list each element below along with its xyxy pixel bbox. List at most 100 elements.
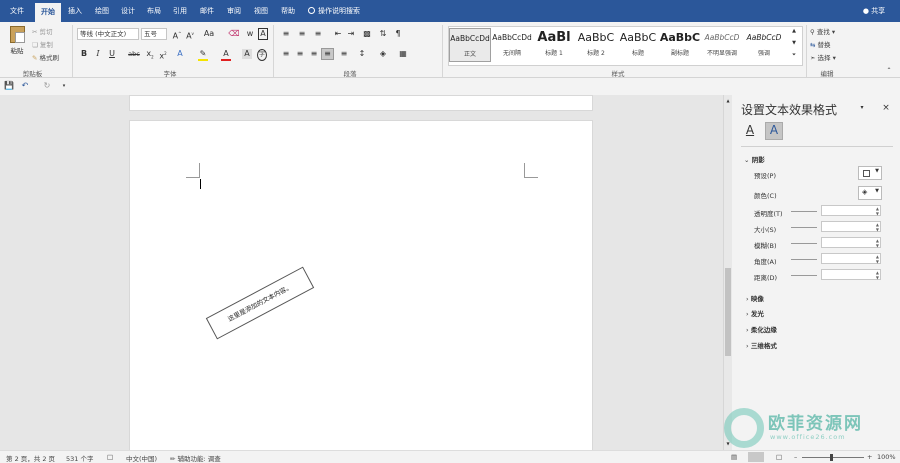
- align-right-icon[interactable]: ≡: [308, 49, 320, 59]
- gallery-more-icon[interactable]: ⏷: [789, 50, 799, 60]
- style-normal[interactable]: AaBbCcDd 正文: [449, 28, 491, 62]
- save-icon[interactable]: 💾: [4, 81, 14, 91]
- size-slider[interactable]: [791, 227, 817, 228]
- line-spacing-icon[interactable]: ↕: [356, 49, 368, 59]
- bullets-icon[interactable]: ≡: [280, 29, 292, 39]
- cut-button[interactable]: ✂ 剪切: [32, 26, 53, 36]
- transparency-input[interactable]: ▲ ▼: [821, 205, 881, 216]
- bold-icon[interactable]: B: [80, 49, 88, 59]
- style-title[interactable]: AaBbC 标题: [617, 28, 659, 62]
- tab-references[interactable]: 引用: [168, 0, 192, 22]
- angle-slider[interactable]: [791, 259, 817, 260]
- collapse-ribbon-icon[interactable]: ⌃: [884, 66, 894, 76]
- style-subtle-emphasis[interactable]: AaBbCcD 不明显强调: [701, 28, 743, 62]
- justify-icon[interactable]: ≡: [321, 48, 334, 60]
- sort-icon[interactable]: ⇅: [378, 29, 388, 39]
- focus-mode-icon[interactable]: ▤: [731, 453, 737, 461]
- print-layout-icon[interactable]: [748, 452, 764, 462]
- preset-dropdown[interactable]: ▼: [858, 166, 882, 180]
- current-page[interactable]: 这里是添加的文本内容。: [129, 120, 593, 455]
- font-name-select[interactable]: 等线 (中文正文): [77, 28, 139, 40]
- distance-input[interactable]: ▲ ▼: [821, 269, 881, 280]
- shading-icon[interactable]: ◈: [377, 49, 389, 59]
- style-heading-1[interactable]: AaBl 标题 1: [533, 28, 575, 62]
- chinese-layout-icon[interactable]: ▩: [362, 29, 372, 39]
- word-count[interactable]: 531 个字: [66, 453, 93, 463]
- glow-section-header[interactable]: › 发光: [746, 308, 764, 318]
- tab-view[interactable]: 视图: [249, 0, 273, 22]
- tab-home[interactable]: 开始: [35, 3, 61, 22]
- numbering-icon[interactable]: ≡: [296, 29, 308, 39]
- phonetic-guide-icon[interactable]: w: [244, 29, 256, 39]
- copy-button[interactable]: ❏ 复制: [32, 39, 53, 49]
- size-input[interactable]: ▲ ▼: [821, 221, 881, 232]
- reflection-section-header[interactable]: › 映像: [746, 293, 764, 303]
- tab-review[interactable]: 审阅: [222, 0, 246, 22]
- paste-button[interactable]: 粘贴: [6, 26, 28, 64]
- format-painter-button[interactable]: ✎ 格式刷: [32, 52, 59, 62]
- proofing-icon[interactable]: □: [107, 453, 113, 461]
- accessibility-checker[interactable]: ✏ 辅助功能: 调查: [170, 453, 221, 463]
- zoom-slider-thumb[interactable]: [830, 454, 833, 461]
- shadow-section-header[interactable]: ⌄ 阴影: [744, 154, 765, 164]
- color-picker[interactable]: ◈ ▼: [858, 186, 882, 200]
- scrollbar-thumb[interactable]: [725, 268, 731, 356]
- language-indicator[interactable]: 中文(中国): [126, 453, 157, 463]
- tell-me-search[interactable]: 操作说明搜索: [308, 0, 372, 22]
- show-marks-icon[interactable]: ¶: [393, 29, 403, 39]
- replace-button[interactable]: ⇆ 替换: [810, 39, 831, 49]
- zoom-in-icon[interactable]: +: [867, 453, 872, 461]
- find-button[interactable]: ⚲ 查找 ▾: [810, 26, 835, 36]
- font-size-select[interactable]: 五号: [141, 28, 167, 40]
- strikethrough-icon[interactable]: abc: [128, 49, 140, 59]
- web-layout-icon[interactable]: □: [776, 453, 782, 461]
- tab-design[interactable]: 设计: [116, 0, 140, 22]
- text-effects-icon[interactable]: A: [765, 122, 783, 140]
- pane-options-icon[interactable]: ▾: [858, 103, 866, 113]
- tab-file[interactable]: 文件: [4, 0, 30, 22]
- soft-edges-section-header[interactable]: › 柔化边缘: [746, 324, 777, 334]
- share-button[interactable]: ● 共享: [858, 0, 890, 22]
- tab-draw[interactable]: 绘图: [90, 0, 114, 22]
- highlight-icon[interactable]: ✎: [198, 49, 208, 61]
- shrink-font-icon[interactable]: Av: [185, 29, 195, 42]
- zoom-out-icon[interactable]: –: [794, 453, 797, 461]
- style-subtitle[interactable]: AaBbC 副标题: [659, 28, 701, 62]
- select-button[interactable]: ➣ 选择 ▾: [810, 52, 836, 62]
- undo-icon[interactable]: ↶: [19, 81, 31, 91]
- change-case-icon[interactable]: Aa: [203, 29, 215, 39]
- redo-icon[interactable]: ↻: [42, 81, 52, 91]
- character-border-icon[interactable]: A: [258, 28, 268, 40]
- blur-input[interactable]: ▲ ▼: [821, 237, 881, 248]
- align-center-icon[interactable]: ≡: [294, 49, 306, 59]
- subscript-icon[interactable]: x2: [145, 49, 155, 63]
- text-fill-outline-icon[interactable]: A: [742, 123, 758, 139]
- text-effects-icon[interactable]: A: [175, 49, 185, 59]
- increase-indent-icon[interactable]: ⇥: [346, 29, 356, 39]
- character-shading-icon[interactable]: A: [242, 49, 252, 59]
- borders-icon[interactable]: ▦: [397, 49, 409, 59]
- italic-icon[interactable]: I: [94, 49, 102, 59]
- page-count[interactable]: 第 2 页，共 2 页: [6, 453, 55, 463]
- enclose-characters-icon[interactable]: 字: [257, 49, 267, 61]
- style-no-spacing[interactable]: AaBbCcDd 无间隔: [491, 28, 533, 62]
- font-color-icon[interactable]: A: [221, 49, 231, 61]
- align-left-icon[interactable]: ≡: [280, 49, 292, 59]
- tab-mailings[interactable]: 邮件: [195, 0, 219, 22]
- decrease-indent-icon[interactable]: ⇤: [333, 29, 343, 39]
- blur-slider[interactable]: [791, 243, 817, 244]
- superscript-icon[interactable]: x2: [158, 49, 168, 62]
- distance-slider[interactable]: [791, 275, 817, 276]
- gallery-down-icon[interactable]: ▼: [789, 38, 799, 48]
- tab-insert[interactable]: 插入: [63, 0, 87, 22]
- tab-layout[interactable]: 布局: [142, 0, 166, 22]
- underline-icon[interactable]: U: [108, 49, 116, 59]
- distributed-icon[interactable]: ≡: [338, 49, 350, 59]
- tab-help[interactable]: 帮助: [276, 0, 300, 22]
- scroll-up-icon[interactable]: ▲: [724, 96, 732, 106]
- zoom-level[interactable]: 100%: [877, 453, 896, 461]
- grow-font-icon[interactable]: A^: [172, 29, 182, 42]
- style-emphasis[interactable]: AaBbCcD 强调: [743, 28, 785, 62]
- clear-formatting-icon[interactable]: ⌫: [228, 29, 240, 39]
- rotated-text-box[interactable]: 这里是添加的文本内容。: [205, 266, 315, 340]
